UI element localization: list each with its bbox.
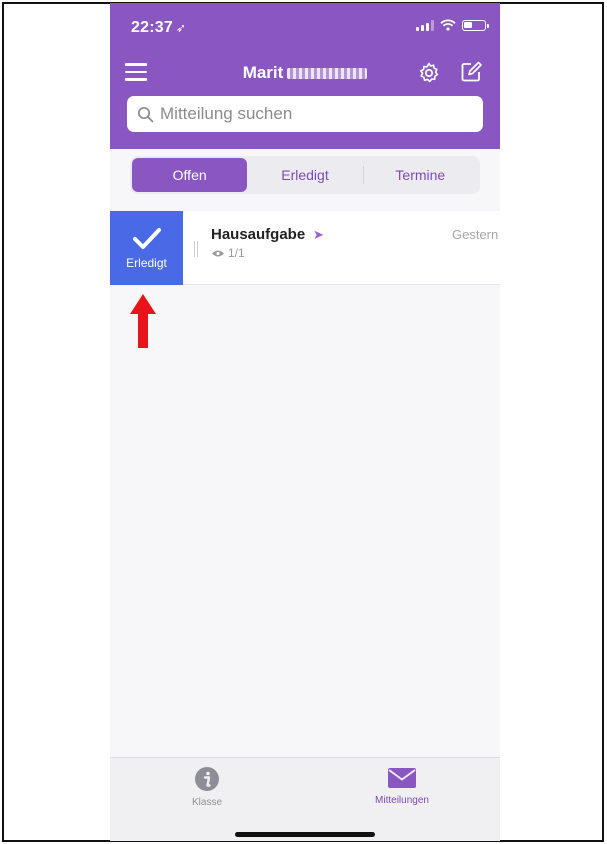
segmented-control: Offen Erledigt Termine (130, 156, 480, 194)
search-input[interactable] (160, 104, 460, 124)
checkmark-icon (132, 227, 161, 249)
message-row[interactable]: Erledigt Hausaufgabe ➤ 1/1 Gestern (110, 211, 500, 285)
status-time: 22:37 ➶ (131, 19, 186, 37)
eye-icon (212, 250, 224, 256)
tab-erledigt[interactable]: Erledigt (247, 158, 362, 192)
drag-handle-icon (194, 241, 198, 257)
location-arrow-icon: ➶ (175, 21, 187, 35)
status-bar: 22:37 ➶ (110, 3, 500, 47)
message-title: Hausaufgabe (211, 226, 306, 243)
message-date: Gestern (452, 227, 499, 242)
view-count: 1/1 (228, 246, 245, 260)
blurred-surname (287, 68, 368, 80)
envelope-icon (388, 768, 416, 788)
search-icon (137, 106, 154, 122)
phone-screen: 22:37 ➶ Marit Mitteilung suchen Offen Er… (110, 3, 500, 841)
compose-icon[interactable] (459, 60, 483, 84)
home-indicator (235, 832, 375, 837)
user-name: Marit (242, 63, 284, 82)
signal-icon (416, 19, 434, 31)
sent-arrow-icon: ➤ (313, 227, 324, 242)
bottom-tab-bar: Klasse Mitteilungen (110, 757, 500, 841)
search-bar[interactable] (127, 96, 483, 132)
info-icon (195, 767, 219, 791)
tab-klasse-label: Klasse (191, 797, 222, 808)
tab-termine[interactable]: Termine (362, 158, 478, 192)
mark-done-swipe-button[interactable]: Erledigt (110, 211, 183, 285)
status-time-text: 22:37 (131, 19, 173, 36)
gear-icon[interactable] (417, 61, 441, 85)
battery-icon (462, 19, 489, 31)
message-meta: 1/1 (211, 246, 245, 260)
page-title: Marit (110, 63, 500, 83)
red-arrow-annotation (130, 294, 156, 348)
tab-mitteilungen[interactable]: Mitteilungen (342, 766, 462, 806)
app-header: 22:37 ➶ Marit (110, 3, 500, 149)
wifi-icon (440, 19, 456, 31)
tab-klasse[interactable]: Klasse (147, 766, 267, 808)
status-icons (416, 19, 489, 31)
mark-done-label: Erledigt (126, 255, 167, 270)
tab-offen[interactable]: Offen (132, 158, 248, 192)
tab-mitteilungen-label: Mitteilungen (375, 795, 429, 806)
